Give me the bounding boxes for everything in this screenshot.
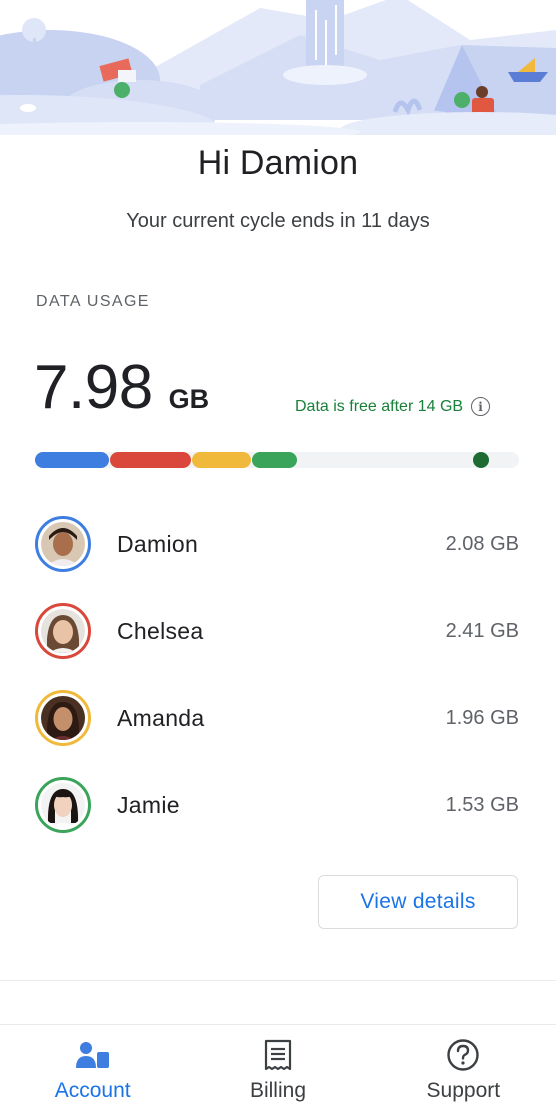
usage-segment-chelsea xyxy=(110,452,191,468)
member-row-amanda[interactable]: Amanda 1.96 GB xyxy=(35,690,519,746)
data-usage-label: DATA USAGE xyxy=(36,293,150,310)
member-usage: 1.96 GB xyxy=(445,706,519,729)
nav-tab-label: Billing xyxy=(249,1079,306,1102)
avatar-photo xyxy=(41,696,85,740)
member-usage: 1.53 GB xyxy=(445,793,519,816)
avatar-photo xyxy=(41,609,85,653)
support-icon xyxy=(445,1037,481,1073)
member-row-damion[interactable]: Damion 2.08 GB xyxy=(35,516,519,572)
avatar xyxy=(35,690,91,746)
avatar-photo xyxy=(41,522,85,566)
free-data-note-text: Data is free after 14 GB xyxy=(295,397,464,415)
usage-segment-damion xyxy=(35,452,109,468)
nav-tab-billing[interactable]: Billing xyxy=(185,1025,370,1108)
greeting-title: Hi Damion xyxy=(197,144,359,182)
member-row-jamie[interactable]: Jamie 1.53 GB xyxy=(35,777,519,833)
avatar xyxy=(35,777,91,833)
member-name: Amanda xyxy=(117,704,205,731)
data-usage-bar xyxy=(35,452,519,468)
avatar xyxy=(35,603,91,659)
free-data-note[interactable]: Data is free after 14 GB i xyxy=(295,397,491,416)
data-usage-unit: GB xyxy=(168,384,210,414)
member-name: Damion xyxy=(117,530,199,557)
avatar-photo xyxy=(41,783,85,827)
nav-tab-account[interactable]: Account xyxy=(0,1025,185,1108)
data-usage-total: 7.98 GB xyxy=(34,352,209,423)
view-details-button[interactable]: View details xyxy=(318,875,518,929)
free-limit-marker xyxy=(473,452,489,468)
nav-tab-label: Support xyxy=(426,1079,501,1102)
usage-segment-amanda xyxy=(192,452,251,468)
section-divider xyxy=(0,980,556,981)
account-screen: Hi Damion Your current cycle ends in 11 … xyxy=(0,0,556,1108)
member-usage: 2.08 GB xyxy=(445,532,519,555)
nav-tab-label: Account xyxy=(54,1079,131,1102)
data-usage-amount: 7.98 xyxy=(34,353,153,422)
header-illustration xyxy=(0,0,556,135)
usage-segment-jamie xyxy=(252,452,297,468)
avatar xyxy=(35,516,91,572)
member-name: Chelsea xyxy=(117,617,204,644)
member-name: Jamie xyxy=(117,791,180,818)
billing-icon xyxy=(260,1037,296,1073)
member-usage: 2.41 GB xyxy=(445,619,519,642)
account-icon xyxy=(75,1037,111,1073)
member-row-chelsea[interactable]: Chelsea 2.41 GB xyxy=(35,603,519,659)
billing-cycle-text: Your current cycle ends in 11 days xyxy=(126,210,430,232)
nav-tab-support[interactable]: Support xyxy=(371,1025,556,1108)
info-icon[interactable]: i xyxy=(471,397,491,416)
bottom-navigation: Account Billing Support xyxy=(0,1025,556,1108)
